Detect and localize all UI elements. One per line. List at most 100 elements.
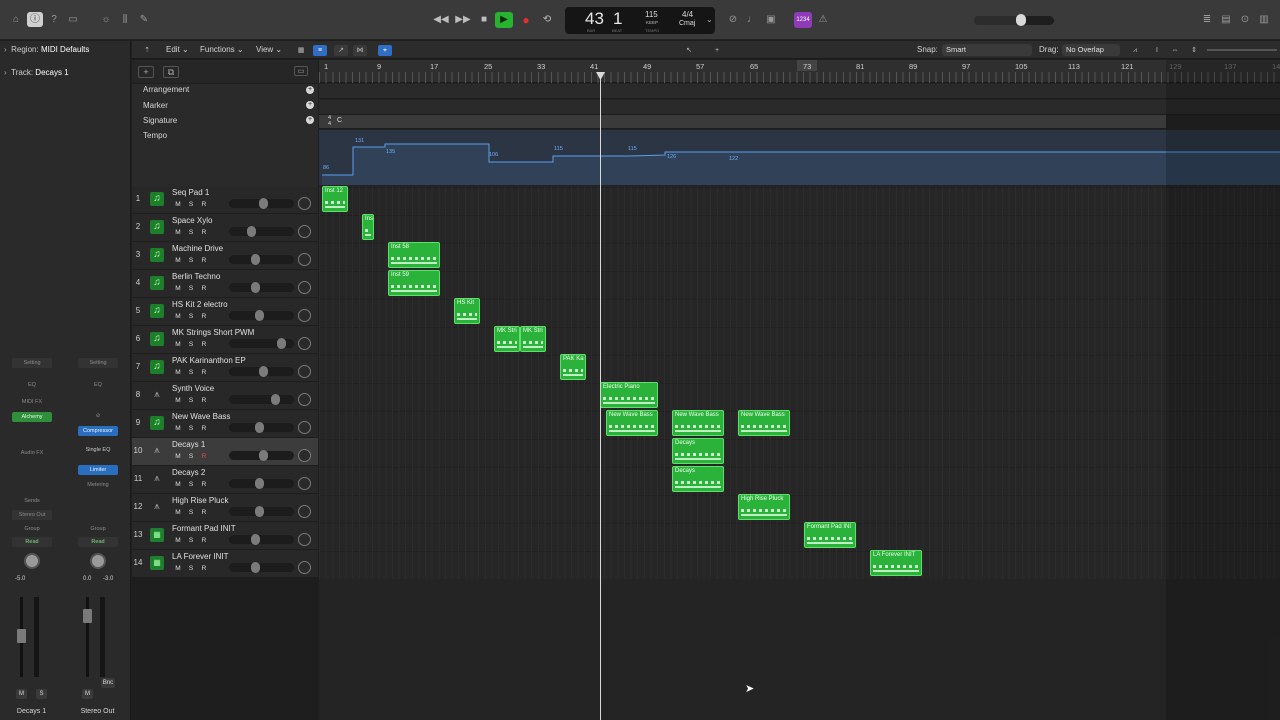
bar-ruler[interactable]: 1 9 17 25 33 41 49 57 65 73 81 89 97 105 113 121 129 137 1…	[319, 60, 1280, 83]
waveform-zoom-icon[interactable]: ⩘	[1128, 45, 1142, 56]
record-enable-button[interactable]: R	[199, 480, 209, 489]
track-volume-slider[interactable]	[229, 534, 294, 545]
mute-button[interactable]: M	[173, 256, 183, 265]
pan-knob[interactable]	[298, 533, 311, 546]
edit-menu[interactable]: Edit ⌄	[166, 45, 189, 54]
pan-knob[interactable]	[298, 253, 311, 266]
pan-knob[interactable]	[298, 561, 311, 574]
volume-knob[interactable]	[251, 534, 260, 545]
track-name[interactable]: MK Strings Short PWM	[172, 328, 254, 337]
zoom-slider[interactable]	[1207, 49, 1277, 51]
pan-knob[interactable]	[298, 309, 311, 322]
flex-icon[interactable]: ⋈	[353, 45, 367, 56]
tuner-icon[interactable]: ⊘	[725, 12, 741, 27]
volume-fader[interactable]	[83, 609, 92, 623]
mute-button[interactable]: M	[173, 312, 183, 321]
track-name[interactable]: Synth Voice	[172, 384, 214, 393]
track-header[interactable]: 11 ⩚ Decays 2 MSR	[132, 466, 318, 494]
track-header[interactable]: 12 ⩚ High Rise Pluck M S R	[132, 494, 318, 522]
eq-slot[interactable]: EQ	[78, 380, 118, 390]
stop-icon[interactable]: ■	[475, 12, 493, 28]
record-enable-button[interactable]: R	[199, 256, 209, 265]
midi-region[interactable]: Formant Pad INI	[804, 522, 856, 548]
mute-button[interactable]: M	[173, 368, 183, 377]
replace-icon[interactable]: ▣	[763, 12, 779, 27]
solo-button[interactable]: S	[186, 508, 196, 517]
track-name[interactable]: Decays 2	[172, 468, 205, 477]
track-volume-slider[interactable]	[229, 254, 294, 265]
track-header[interactable]: 2 ♫ Space Xylo M S R	[132, 214, 318, 242]
master-volume-slider[interactable]	[974, 14, 1054, 26]
midi-region[interactable]: New Wave Bass	[738, 410, 790, 436]
drag-popup[interactable]: No Overlap	[1062, 44, 1120, 56]
solo-button[interactable]: S	[186, 564, 196, 573]
track-header[interactable]: 14 ▦ LA Forever INIT M S R	[132, 550, 318, 578]
mute-button[interactable]: M	[173, 536, 183, 545]
solo-button[interactable]: S	[186, 396, 196, 405]
volume-knob[interactable]	[251, 562, 260, 573]
tracks-workspace[interactable]: 1 9 17 25 33 41 49 57 65 73 81 89 97 105 113 121 129 137 1…	[319, 60, 1280, 720]
link-icon[interactable]: ⊘	[78, 411, 118, 421]
pan-knob[interactable]	[298, 393, 311, 406]
solo-button[interactable]: S	[186, 200, 196, 209]
limiter-slot[interactable]: Limiter	[78, 465, 118, 475]
midi-region[interactable]: LA Forever INIT	[870, 550, 922, 576]
record-enable-button[interactable]: R	[199, 228, 209, 237]
mute-button[interactable]: M	[173, 396, 183, 405]
track-volume-slider[interactable]	[229, 506, 294, 517]
track-header[interactable]: 7 ♫ PAK Karinanthon EP M S R	[132, 354, 318, 382]
track-volume-slider[interactable]	[229, 366, 294, 377]
pan-knob[interactable]	[298, 477, 311, 490]
track-header[interactable]: 4 ♫ Berlin Techno M S R	[132, 270, 318, 298]
rewind-icon[interactable]: ◀◀	[432, 12, 450, 28]
track-name[interactable]: PAK Karinanthon EP	[172, 356, 246, 365]
arrangement-lane[interactable]	[319, 84, 1280, 99]
track-volume-slider[interactable]	[229, 310, 294, 321]
solo-button[interactable]: S	[186, 340, 196, 349]
midi-region[interactable]: Decays	[672, 438, 724, 464]
volume-knob[interactable]	[247, 226, 256, 237]
eq-slot[interactable]: EQ	[12, 380, 52, 390]
track-volume-slider[interactable]	[229, 562, 294, 573]
track-volume-slider[interactable]	[229, 478, 294, 489]
volume-knob[interactable]	[255, 506, 264, 517]
flex-view-icon[interactable]: ≡	[313, 45, 327, 56]
track-header[interactable]: 5 ♫ HS Kit 2 electro M S R	[132, 298, 318, 326]
add-marker-button[interactable]: +	[306, 101, 314, 109]
play-button[interactable]: ▶	[495, 12, 513, 28]
bounce-button[interactable]: Bnc	[101, 678, 115, 688]
track-name[interactable]: Berlin Techno	[172, 272, 220, 281]
fast-forward-icon[interactable]: ▶▶	[454, 12, 472, 28]
pan-knob[interactable]	[298, 365, 311, 378]
record-enable-button[interactable]: R	[199, 508, 209, 517]
loop-browser-icon[interactable]: ⊙	[1237, 12, 1253, 27]
track-volume-slider[interactable]	[229, 338, 294, 349]
mute-button[interactable]: M	[173, 480, 183, 489]
snap-popup[interactable]: Smart	[942, 44, 1032, 56]
pan-knob[interactable]	[298, 197, 311, 210]
track-name[interactable]: Space Xylo	[172, 216, 212, 225]
pan-knob[interactable]	[298, 505, 311, 518]
solo-button[interactable]: S	[186, 256, 196, 265]
record-enable-button[interactable]: R	[199, 340, 209, 349]
strip-solo-button[interactable]: S	[36, 689, 47, 699]
volume-knob[interactable]	[259, 198, 268, 209]
midi-region[interactable]: New Wave Bass	[672, 410, 724, 436]
track-header[interactable]: 1 ♫ Seq Pad 1 MSR	[132, 186, 318, 214]
track-name[interactable]: Decays 1	[172, 440, 205, 449]
smart-controls-icon[interactable]: ☼	[98, 12, 114, 27]
midi-region[interactable]: PAK Ka	[560, 354, 586, 380]
track-header[interactable]: 10 ⩚ Decays 1 MSR	[132, 438, 318, 466]
notepad-icon[interactable]: ▤	[1218, 12, 1234, 27]
solo-button[interactable]: S	[186, 312, 196, 321]
pan-knob[interactable]	[298, 337, 311, 350]
pan-knob[interactable]	[298, 449, 311, 462]
record-enable-button[interactable]: R	[199, 452, 209, 461]
record-enable-button[interactable]: R	[199, 312, 209, 321]
midi-fx-slot[interactable]: MIDI FX	[12, 397, 52, 407]
pan-knob[interactable]	[298, 225, 311, 238]
region-grid[interactable]	[319, 187, 1280, 579]
track-header[interactable]: 13 ▦ Formant Pad INIT M S R	[132, 522, 318, 550]
audio-fx-slot[interactable]: Audio FX	[12, 448, 52, 458]
add-signature-button[interactable]: +	[306, 116, 314, 124]
